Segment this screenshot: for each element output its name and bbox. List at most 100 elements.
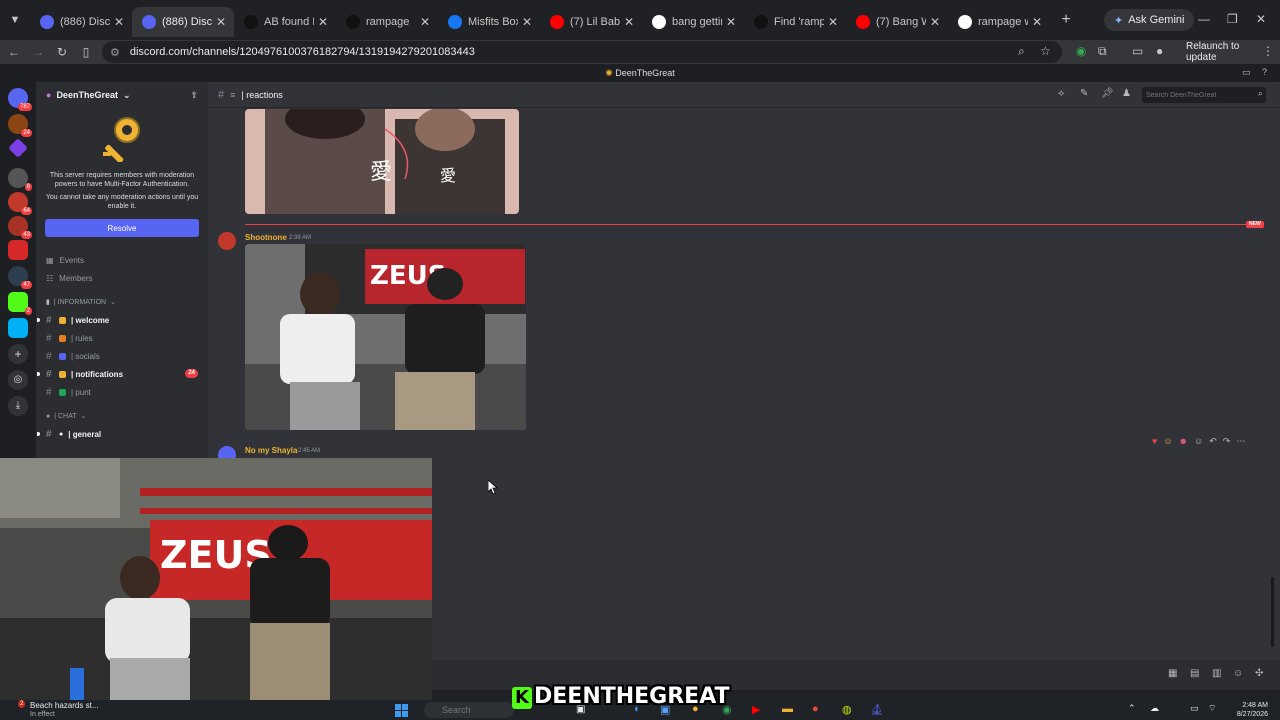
tab-search-icon[interactable]: ▼ [4, 9, 26, 31]
server-icon-7[interactable]: 47 [8, 266, 32, 289]
close-tab-icon[interactable]: ✕ [114, 15, 124, 29]
inbox-icon[interactable]: ▭ [1242, 67, 1251, 78]
laugh-reaction-icon[interactable]: ☺ [1163, 436, 1172, 447]
browser-tab[interactable]: AB found Ramp ✕ [234, 7, 336, 37]
channel-item[interactable]: # | punt [36, 383, 208, 401]
browser-tab[interactable]: (886) Discord | ✕ [30, 7, 132, 37]
help-icon[interactable]: ? [1262, 67, 1267, 77]
server-icon-6[interactable] [8, 240, 28, 260]
resolve-button[interactable]: Resolve [45, 219, 199, 237]
profile-icon[interactable]: ● [1156, 44, 1163, 58]
reload-icon[interactable]: ↻ [50, 45, 74, 59]
server-icon-3[interactable]: 8 [8, 168, 32, 191]
message-image-previous[interactable]: 愛 愛 [245, 109, 519, 214]
app-icon[interactable]: ▶ [752, 703, 760, 716]
close-tab-icon[interactable]: ✕ [930, 15, 940, 29]
message-author[interactable]: Shootnone [245, 233, 287, 242]
channel-item[interactable]: # | welcome [36, 311, 208, 329]
direct-messages-icon[interactable]: 787 [8, 88, 32, 111]
wifi-icon[interactable]: ⌔ [1208, 703, 1216, 714]
back-icon[interactable]: ← [2, 45, 26, 59]
browser-menu-icon[interactable]: ⋮ [1262, 44, 1274, 58]
events-nav-item[interactable]: ▦ Events [36, 251, 208, 269]
cast-icon[interactable]: ▭ [1132, 44, 1143, 58]
more-options-icon[interactable]: ⋯ [1236, 436, 1245, 447]
browser-tab[interactable]: (7) Bang Willian ✕ [846, 7, 948, 37]
browser-tab[interactable]: (886) Discord | ✕ [132, 7, 234, 37]
browser-tab[interactable]: (7) Lil Baby & 4 ✕ [540, 7, 642, 37]
side-panel-icon[interactable]: ▯ [74, 45, 98, 59]
reply-icon[interactable]: ↶ [1209, 436, 1217, 447]
browser-tab[interactable]: bang getting cl ✕ [642, 7, 744, 37]
taskbar-clock[interactable]: 2:48 AM 8/27/2026 [1224, 701, 1268, 719]
close-tab-icon[interactable]: ✕ [828, 15, 838, 29]
windows-start-icon[interactable] [395, 704, 408, 717]
add-reaction-icon[interactable]: ☺ [1194, 436, 1203, 447]
pin-icon[interactable]: 📌︎ [1101, 88, 1114, 99]
forward-icon[interactable]: → [26, 45, 50, 59]
ask-gemini-button[interactable]: ✦ Ask Gemini [1104, 9, 1195, 31]
gift-icon[interactable]: ▦ [1168, 668, 1177, 679]
weather-widget[interactable]: Beach hazards st... In effect [14, 701, 98, 719]
close-tab-icon[interactable]: ✕ [726, 15, 736, 29]
extension-icon[interactable]: ◉ [1076, 44, 1086, 58]
server-icon-9[interactable] [8, 318, 28, 338]
close-tab-icon[interactable]: ✕ [216, 15, 226, 29]
site-info-icon[interactable]: ⚙ [110, 46, 120, 59]
browser-tab[interactable]: rampage weig ✕ [948, 7, 1050, 37]
taskbar-search-input[interactable] [424, 702, 514, 718]
channel-item[interactable]: # | notifications 24 [36, 365, 208, 383]
address-bar[interactable]: ⚙ discord.com/channels/12049761003761827… [102, 41, 1062, 63]
kick-server-icon[interactable]: 2 [8, 292, 32, 315]
love-reaction-icon[interactable]: ☻ [1179, 436, 1188, 447]
notification-bell-icon[interactable]: ✎ [1080, 88, 1088, 99]
browser-tab[interactable]: rampage ✕ [336, 7, 438, 37]
app-icon[interactable]: ⛵︎ [870, 703, 884, 716]
close-tab-icon[interactable]: ✕ [318, 15, 328, 29]
file-explorer-icon[interactable]: ▬ [782, 703, 793, 715]
chat-scrollbar[interactable] [1271, 577, 1274, 647]
display-icon[interactable]: ▭ [1190, 703, 1199, 714]
tray-chevron-icon[interactable]: ⌃ [1128, 703, 1136, 714]
extensions-puzzle-icon[interactable]: ⧉ [1098, 44, 1107, 59]
server-icon-2[interactable] [8, 138, 28, 158]
close-tab-icon[interactable]: ✕ [522, 15, 532, 29]
server-icon-1[interactable]: 24 [8, 114, 32, 137]
add-server-icon[interactable]: + [8, 344, 28, 364]
close-tab-icon[interactable]: ✕ [624, 15, 634, 29]
minimize-icon[interactable]: — [1198, 12, 1210, 26]
avatar[interactable] [218, 232, 236, 250]
threads-icon[interactable]: ⟡ [1058, 88, 1065, 99]
new-tab-button[interactable]: + [1054, 8, 1078, 32]
close-tab-icon[interactable]: ✕ [1032, 15, 1042, 29]
category-information[interactable]: ▮ | INFORMATION ⌄ [36, 293, 208, 311]
forward-icon[interactable]: ↷ [1223, 436, 1231, 447]
server-icon-5[interactable]: 43 [8, 216, 32, 239]
channel-general[interactable]: # ● | general [36, 425, 208, 443]
restore-icon[interactable]: ❐ [1227, 12, 1238, 26]
member-list-icon[interactable]: ♟ [1122, 88, 1131, 99]
channel-item[interactable]: # | rules [36, 329, 208, 347]
browser-tab[interactable]: Misfits Boxing ✕ [438, 7, 540, 37]
app-icon[interactable]: ◍ [842, 703, 852, 716]
sticker-icon[interactable]: ▥ [1212, 668, 1221, 679]
emoji-icon[interactable]: ☺ [1233, 668, 1243, 679]
zoom-search-icon[interactable]: ⌕ [1018, 44, 1025, 59]
browser-tab[interactable]: Find 'rampage' ✕ [744, 7, 846, 37]
message-image[interactable]: ZEUS [245, 244, 526, 430]
invite-people-icon[interactable]: ⇪ [190, 90, 198, 101]
message-author[interactable]: No my Shayla [245, 446, 297, 455]
server-icon-4[interactable]: 64 [8, 192, 32, 215]
app-icon[interactable]: ● [812, 703, 819, 715]
close-tab-icon[interactable]: ✕ [420, 15, 430, 29]
channel-item[interactable]: # | socials [36, 347, 208, 365]
server-header[interactable]: ● DeenTheGreat ⌄ ⇪ [36, 82, 208, 108]
apps-icon[interactable]: ✣ [1255, 668, 1263, 679]
cloud-icon[interactable]: ☁ [1150, 703, 1159, 714]
download-icon[interactable]: ⤓ [8, 396, 28, 416]
close-window-icon[interactable]: ✕ [1256, 12, 1266, 26]
members-nav-item[interactable]: ☷ Members [36, 269, 208, 287]
search-input[interactable] [1142, 87, 1266, 103]
discover-compass-icon[interactable]: ◎ [8, 370, 28, 390]
category-chat[interactable]: ● | CHAT ⌄ [36, 407, 208, 425]
